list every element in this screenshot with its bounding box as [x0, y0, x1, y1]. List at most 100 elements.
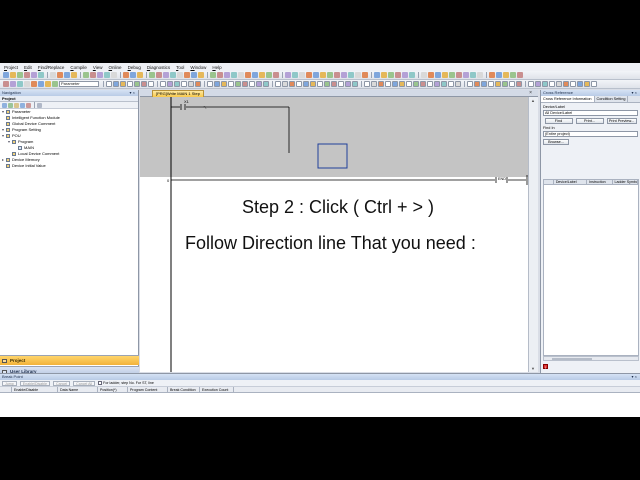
toolbar-button-icon[interactable]: [577, 81, 583, 87]
menu-window[interactable]: Window: [190, 65, 206, 70]
toolbar-button-icon[interactable]: [364, 81, 370, 87]
cancel-all-button[interactable]: Cancel All: [73, 380, 96, 386]
toolbar-button-icon[interactable]: [362, 72, 368, 78]
toolbar-button-icon[interactable]: [289, 81, 295, 87]
toolbar-button-icon[interactable]: [252, 72, 258, 78]
toolbar-button-icon[interactable]: [402, 72, 408, 78]
toolbar-button-icon[interactable]: [242, 81, 248, 87]
print-button[interactable]: Print...: [575, 118, 604, 124]
toolbar-button-icon[interactable]: [374, 72, 380, 78]
toolbar-button-icon[interactable]: [167, 81, 173, 87]
enable-disable-button[interactable]: Enable/Disable: [19, 380, 50, 386]
toolbar-button-icon[interactable]: [3, 72, 9, 78]
toolbar-button-icon[interactable]: [591, 81, 597, 87]
toolbar-button-icon[interactable]: [256, 81, 262, 87]
tab-condition-setting[interactable]: Condition Setting: [595, 96, 629, 102]
toolbar-button-icon[interactable]: [31, 72, 37, 78]
toolbar-button-icon[interactable]: [516, 81, 522, 87]
toolbar-button-icon[interactable]: [303, 81, 309, 87]
toolbar-button-icon[interactable]: [395, 72, 401, 78]
toolbar-button-icon[interactable]: [320, 72, 326, 78]
toolbar-button-icon[interactable]: [263, 81, 269, 87]
toolbar-button-icon[interactable]: [130, 72, 136, 78]
parameter-combo[interactable]: Parameter: [59, 81, 99, 87]
menu-view[interactable]: View: [93, 65, 103, 70]
column-position[interactable]: Position(*): [98, 387, 128, 392]
scrollbar-thumb[interactable]: [552, 358, 592, 360]
toolbar-button-icon[interactable]: [38, 72, 44, 78]
toolbar-button-icon[interactable]: [313, 72, 319, 78]
toolbar-button-icon[interactable]: [421, 72, 427, 78]
editor-vertical-scrollbar[interactable]: ▲ ▼: [528, 97, 538, 372]
toolbar-button-icon[interactable]: [10, 72, 16, 78]
toolbar-button-icon[interactable]: [111, 72, 117, 78]
column-break-condition[interactable]: Break Condition: [168, 387, 200, 392]
menu-debug[interactable]: Debug: [128, 65, 141, 70]
toolbar-button-icon[interactable]: [238, 72, 244, 78]
toolbar-button-icon[interactable]: [31, 81, 37, 87]
toolbar-button-icon[interactable]: [489, 72, 495, 78]
toolbar-button-icon[interactable]: [137, 72, 143, 78]
jump-button[interactable]: Jump: [2, 380, 17, 386]
toolbar-button-icon[interactable]: [228, 81, 234, 87]
toolbar-button-icon[interactable]: [120, 81, 126, 87]
toolbar-button-icon[interactable]: [163, 72, 169, 78]
toolbar-button-icon[interactable]: [282, 81, 288, 87]
toolbar-button-icon[interactable]: [214, 81, 220, 87]
toolbar-button-icon[interactable]: [448, 81, 454, 87]
toolbar-button-icon[interactable]: [127, 81, 133, 87]
menu-tool[interactable]: Tool: [176, 65, 184, 70]
toolbar-button-icon[interactable]: [210, 72, 216, 78]
toolbar-button-icon[interactable]: [474, 81, 480, 87]
toolbar-button-icon[interactable]: [10, 81, 16, 87]
toolbar-button-icon[interactable]: [371, 81, 377, 87]
toolbar-button-icon[interactable]: [345, 81, 351, 87]
toolbar-button-icon[interactable]: [503, 72, 509, 78]
toolbar-button-icon[interactable]: [495, 81, 501, 87]
toolbar-button-icon[interactable]: [235, 81, 241, 87]
toolbar-button-icon[interactable]: [259, 72, 265, 78]
toolbar-button-icon[interactable]: [310, 81, 316, 87]
toolbar-button-icon[interactable]: [406, 81, 412, 87]
scroll-up-icon[interactable]: ▲: [531, 98, 535, 103]
toolbar-button-icon[interactable]: [502, 81, 508, 87]
toolbar-button-icon[interactable]: [441, 81, 447, 87]
toolbar-button-icon[interactable]: [52, 81, 58, 87]
toolbar-button-icon[interactable]: [542, 81, 548, 87]
menu-project[interactable]: Project: [4, 65, 18, 70]
toolbar-button-icon[interactable]: [434, 81, 440, 87]
toolbar-button-icon[interactable]: [517, 72, 523, 78]
nav-tool-icon[interactable]: [8, 102, 13, 108]
nav-tab-project[interactable]: Project: [0, 355, 139, 365]
toolbar-button-icon[interactable]: [207, 81, 213, 87]
toolbar-button-icon[interactable]: [245, 72, 251, 78]
toolbar-button-icon[interactable]: [584, 81, 590, 87]
toolbar-button-icon[interactable]: [17, 72, 23, 78]
toolbar-button-icon[interactable]: [338, 81, 344, 87]
toolbar-button-icon[interactable]: [409, 72, 415, 78]
toolbar-button-icon[interactable]: [141, 81, 147, 87]
tab-cross-reference-information[interactable]: Cross Reference Information: [541, 96, 595, 102]
toolbar-button-icon[interactable]: [427, 81, 433, 87]
toolbar-button-icon[interactable]: [428, 72, 434, 78]
nav-tool-icon[interactable]: [20, 102, 25, 108]
toolbar-button-icon[interactable]: [104, 72, 110, 78]
pin-icon[interactable]: ▾ ×: [130, 90, 135, 96]
toolbar-button-icon[interactable]: [83, 72, 89, 78]
toolbar-button-icon[interactable]: [481, 81, 487, 87]
pin-icon[interactable]: ▾ ×: [632, 90, 637, 96]
column-execution-count[interactable]: Execution Count: [200, 387, 234, 392]
tree-item[interactable]: Device Initial Value: [0, 163, 138, 169]
toolbar-button-icon[interactable]: [449, 72, 455, 78]
toolbar-button-icon[interactable]: [275, 81, 281, 87]
toolbar-button-icon[interactable]: [24, 72, 30, 78]
toolbar-button-icon[interactable]: [285, 72, 291, 78]
toolbar-button-icon[interactable]: [317, 81, 323, 87]
toolbar-button-icon[interactable]: [352, 81, 358, 87]
toolbar-button-icon[interactable]: [17, 81, 23, 87]
step-option-checkbox[interactable]: [98, 381, 103, 385]
toolbar-button-icon[interactable]: [324, 81, 330, 87]
toolbar-button-icon[interactable]: [455, 81, 461, 87]
toolbar-button-icon[interactable]: [563, 81, 569, 87]
toolbar-button-icon[interactable]: [198, 72, 204, 78]
